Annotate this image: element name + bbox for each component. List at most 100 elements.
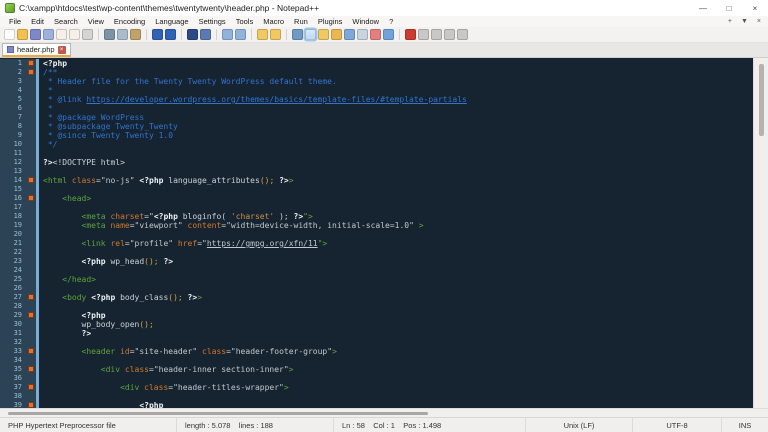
zoom-out-icon[interactable] <box>235 29 246 40</box>
code-text[interactable] <box>39 248 753 257</box>
menu-settings[interactable]: Settings <box>194 17 231 26</box>
fold-marker-icon[interactable] <box>28 195 34 201</box>
document-map-icon[interactable] <box>344 29 355 40</box>
menu-view[interactable]: View <box>83 17 109 26</box>
zoom-in-icon[interactable] <box>222 29 233 40</box>
word-wrap-icon[interactable] <box>292 29 303 40</box>
fold-marker-icon[interactable] <box>28 348 34 354</box>
code-text[interactable]: <header id="site-header" class="header-f… <box>39 347 753 356</box>
horizontal-scrollbar-thumb[interactable] <box>8 412 428 415</box>
code-text[interactable] <box>39 266 753 275</box>
show-all-characters-icon[interactable] <box>305 29 316 40</box>
status-eol-format[interactable]: Unix (LF) <box>526 418 633 432</box>
menu-encoding[interactable]: Encoding <box>109 17 150 26</box>
code-text[interactable] <box>39 230 753 239</box>
code-text[interactable]: ?> <box>39 329 753 338</box>
code-text[interactable] <box>39 149 753 158</box>
menu-edit[interactable]: Edit <box>26 17 49 26</box>
fold-marker-icon[interactable] <box>28 294 34 300</box>
code-text[interactable]: ?><!DOCTYPE html> <box>39 158 753 167</box>
code-text[interactable] <box>39 203 753 212</box>
code-text[interactable]: <link rel="profile" href="https://gmpg.o… <box>39 239 753 248</box>
vertical-scrollbar-thumb[interactable] <box>759 64 764 136</box>
fold-marker-icon[interactable] <box>28 69 34 75</box>
code-text[interactable]: <div class="header-inner section-inner"> <box>39 365 753 374</box>
macro-playback-icon[interactable] <box>431 29 442 40</box>
file-monitoring-icon[interactable] <box>383 29 394 40</box>
code-text[interactable] <box>39 284 753 293</box>
code-text[interactable]: * @subpackage Twenty_Twenty <box>39 122 753 131</box>
code-text[interactable]: <?php <box>39 311 753 320</box>
macro-stop-icon[interactable] <box>418 29 429 40</box>
menu-macro[interactable]: Macro <box>258 17 289 26</box>
macro-save-icon[interactable] <box>457 29 468 40</box>
code-text[interactable]: <?php <box>39 59 753 68</box>
fold-marker-icon[interactable] <box>28 60 34 66</box>
save-file-icon[interactable] <box>30 29 41 40</box>
undo-icon[interactable] <box>152 29 163 40</box>
find-icon[interactable] <box>187 29 198 40</box>
close-file-icon[interactable] <box>56 29 67 40</box>
vertical-scrollbar[interactable] <box>753 58 768 408</box>
print-icon[interactable] <box>82 29 93 40</box>
code-text[interactable] <box>39 392 753 401</box>
code-text[interactable]: * <box>39 86 753 95</box>
close-window-button[interactable]: × <box>742 0 768 16</box>
new-file-icon[interactable] <box>4 29 15 40</box>
code-editor[interactable]: 1<?php2/**3 * Header file for the Twenty… <box>0 58 768 408</box>
code-text[interactable]: */ <box>39 140 753 149</box>
fold-marker-icon[interactable] <box>28 312 34 318</box>
code-text[interactable]: * @link https://developer.wordpress.org/… <box>39 95 753 104</box>
close-tab-button[interactable]: × <box>757 18 761 25</box>
code-text[interactable] <box>39 185 753 194</box>
menu-help[interactable]: ? <box>384 17 398 26</box>
code-text[interactable]: <div class="header-titles-wrapper"> <box>39 383 753 392</box>
code-text[interactable]: <?php <box>39 401 753 408</box>
code-text[interactable]: <head> <box>39 194 753 203</box>
status-encoding[interactable]: UTF-8 <box>633 418 722 432</box>
code-text[interactable]: * <box>39 104 753 113</box>
fold-marker-icon[interactable] <box>28 177 34 183</box>
code-text[interactable]: <meta charset="<?php bloginfo( 'charset'… <box>39 212 753 221</box>
menu-run[interactable]: Run <box>289 17 313 26</box>
menu-window[interactable]: Window <box>347 17 384 26</box>
open-file-icon[interactable] <box>17 29 28 40</box>
code-text[interactable]: </head> <box>39 275 753 284</box>
tab-list-chevron-icon[interactable]: ▼ <box>741 18 748 25</box>
code-text[interactable] <box>39 374 753 383</box>
cut-icon[interactable] <box>104 29 115 40</box>
code-text[interactable] <box>39 356 753 365</box>
menu-search[interactable]: Search <box>49 17 83 26</box>
code-text[interactable] <box>39 302 753 311</box>
code-text[interactable]: <meta name="viewport" content="width=dev… <box>39 221 753 230</box>
code-text[interactable]: <?php wp_head(); ?> <box>39 257 753 266</box>
status-insert-mode[interactable]: INS <box>722 418 768 432</box>
code-text[interactable] <box>39 338 753 347</box>
macro-run-multiple-icon[interactable] <box>444 29 455 40</box>
code-text[interactable]: wp_body_open(); <box>39 320 753 329</box>
find-replace-icon[interactable] <box>200 29 211 40</box>
code-text[interactable]: /** <box>39 68 753 77</box>
fold-marker-icon[interactable] <box>28 384 34 390</box>
tab-close-icon[interactable]: × <box>58 46 66 54</box>
code-text[interactable]: <html class="no-js" <?php language_attri… <box>39 176 753 185</box>
macro-record-icon[interactable] <box>405 29 416 40</box>
redo-icon[interactable] <box>165 29 176 40</box>
paste-icon[interactable] <box>130 29 141 40</box>
show-indent-guide-icon[interactable] <box>318 29 329 40</box>
menu-language[interactable]: Language <box>150 17 193 26</box>
save-all-icon[interactable] <box>43 29 54 40</box>
maximize-button[interactable]: □ <box>716 0 742 16</box>
function-list-icon[interactable] <box>331 29 342 40</box>
document-list-icon[interactable] <box>357 29 368 40</box>
minimize-button[interactable]: — <box>690 0 716 16</box>
close-all-icon[interactable] <box>69 29 80 40</box>
code-text[interactable] <box>39 167 753 176</box>
code-text[interactable]: * @since Twenty Twenty 1.0 <box>39 131 753 140</box>
code-text[interactable]: <body <?php body_class(); ?>> <box>39 293 753 302</box>
folder-as-workspace-icon[interactable] <box>370 29 381 40</box>
copy-icon[interactable] <box>117 29 128 40</box>
sync-vertical-scrolling-icon[interactable] <box>257 29 268 40</box>
sync-horizontal-scrolling-icon[interactable] <box>270 29 281 40</box>
tab-header-php[interactable]: header.php × <box>2 43 71 57</box>
